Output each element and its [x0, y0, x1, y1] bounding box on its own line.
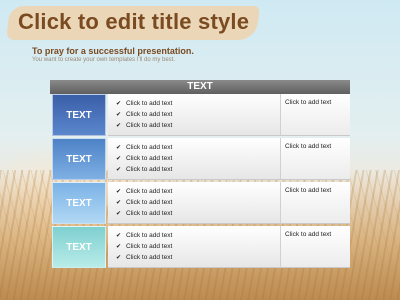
bullet-text: Click to add text — [126, 166, 173, 173]
row-bullets-cell[interactable]: ✔ Click to add text ✔ Click to add text ✔ C… — [108, 94, 280, 136]
bullet-item: ✔ Click to add text — [116, 252, 172, 263]
checkmark-icon: ✔ — [116, 211, 122, 217]
row-bullets-cell[interactable]: ✔ Click to add text ✔ Click to add text ✔ C… — [108, 226, 280, 268]
row-label[interactable]: TEXT — [52, 138, 106, 180]
slide-subtext[interactable]: You want to create your own templates I'… — [32, 57, 175, 63]
checkmark-icon: ✔ — [116, 112, 122, 118]
bullet-text: Click to add text — [126, 232, 173, 239]
bullet-text: Click to add text — [126, 100, 173, 107]
slide-subtitle[interactable]: To pray for a successful presentation. — [32, 46, 194, 56]
bullet-text: Click to add text — [126, 122, 173, 129]
row-bullets-cell[interactable]: ✔ Click to add text ✔ Click to add text ✔ C… — [108, 182, 280, 224]
content-table: TEXT TEXT ✔ Click to add text ✔ Click to a… — [50, 80, 350, 270]
checkmark-icon: ✔ — [116, 167, 122, 173]
right-cell-text: Click to add text — [285, 143, 332, 150]
right-cell-text: Click to add text — [285, 231, 332, 238]
bullet-item: ✔ Click to add text — [116, 197, 172, 208]
table-row: TEXT ✔ Click to add text ✔ Click to add te… — [50, 226, 350, 268]
table-row: TEXT ✔ Click to add text ✔ Click to add te… — [50, 182, 350, 224]
bullet-item: ✔ Click to add text — [116, 230, 172, 241]
checkmark-icon: ✔ — [116, 189, 122, 195]
table-row: TEXT ✔ Click to add text ✔ Click to add te… — [50, 94, 350, 136]
bullet-item: ✔ Click to add text — [116, 186, 172, 197]
checkmark-icon: ✔ — [116, 145, 122, 151]
bullet-text: Click to add text — [126, 243, 173, 250]
row-right-cell[interactable]: Click to add text — [280, 226, 350, 268]
bullet-item: ✔ Click to add text — [116, 120, 172, 131]
checkmark-icon: ✔ — [116, 255, 122, 261]
row-label[interactable]: TEXT — [52, 182, 106, 224]
right-cell-text: Click to add text — [285, 187, 332, 194]
bullet-text: Click to add text — [126, 155, 173, 162]
bullet-item: ✔ Click to add text — [116, 164, 172, 175]
bullet-item: ✔ Click to add text — [116, 153, 172, 164]
checkmark-icon: ✔ — [116, 200, 122, 206]
checkmark-icon: ✔ — [116, 123, 122, 129]
checkmark-icon: ✔ — [116, 156, 122, 162]
bullet-text: Click to add text — [126, 111, 173, 118]
slide-canvas: Click to edit title style To pray for a … — [0, 0, 400, 300]
row-right-cell[interactable]: Click to add text — [280, 182, 350, 224]
bullet-text: Click to add text — [126, 199, 173, 206]
row-bullets-cell[interactable]: ✔ Click to add text ✔ Click to add text ✔ C… — [108, 138, 280, 180]
bullet-text: Click to add text — [126, 254, 173, 261]
table-header[interactable]: TEXT — [50, 80, 350, 94]
checkmark-icon: ✔ — [116, 233, 122, 239]
row-label[interactable]: TEXT — [52, 226, 106, 268]
bullet-item: ✔ Click to add text — [116, 241, 172, 252]
row-label[interactable]: TEXT — [52, 94, 106, 136]
row-right-cell[interactable]: Click to add text — [280, 94, 350, 136]
checkmark-icon: ✔ — [116, 101, 122, 107]
bullet-item: ✔ Click to add text — [116, 98, 172, 109]
table-row: TEXT ✔ Click to add text ✔ Click to add te… — [50, 138, 350, 180]
right-cell-text: Click to add text — [285, 99, 332, 106]
bullet-item: ✔ Click to add text — [116, 208, 172, 219]
bullet-text: Click to add text — [126, 144, 173, 151]
bullet-item: ✔ Click to add text — [116, 109, 172, 120]
checkmark-icon: ✔ — [116, 244, 122, 250]
bullet-text: Click to add text — [126, 210, 173, 217]
row-right-cell[interactable]: Click to add text — [280, 138, 350, 180]
slide-title[interactable]: Click to edit title style — [18, 9, 249, 35]
bullet-text: Click to add text — [126, 188, 173, 195]
bullet-item: ✔ Click to add text — [116, 142, 172, 153]
